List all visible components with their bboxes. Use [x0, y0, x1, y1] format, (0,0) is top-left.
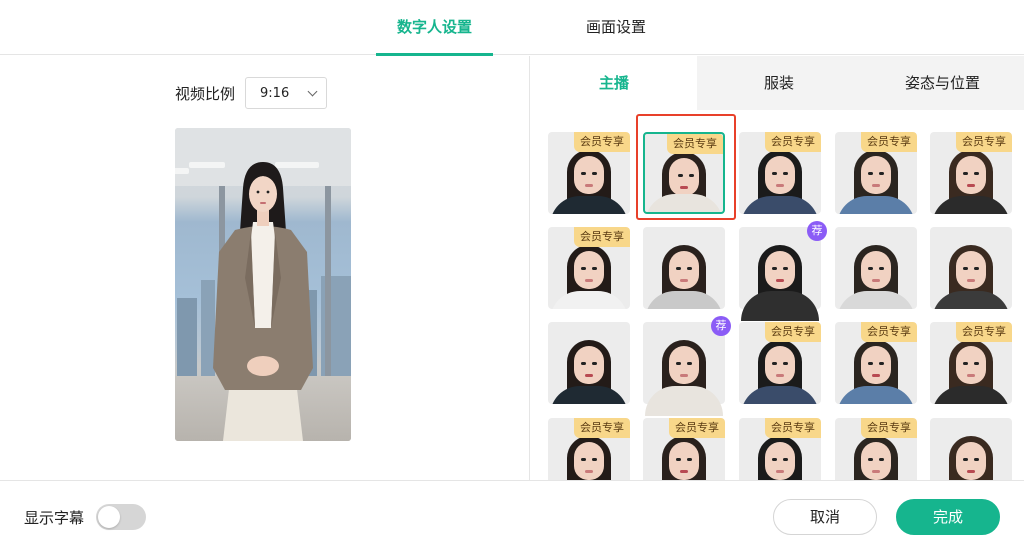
avatar-grid: 会员专享 会员专享 会员专享 会员专享 会员专享 会员专享荐荐会员专享 会员专享 会员专享 会员…: [531, 110, 1024, 480]
avatar-card[interactable]: 会员专享: [739, 322, 821, 404]
avatar-card[interactable]: [930, 227, 1012, 309]
vip-badge: 会员专享: [669, 418, 725, 438]
avatar-card[interactable]: 荐: [643, 316, 731, 416]
vip-badge: 会员专享: [956, 132, 1012, 152]
avatar-portrait: [930, 227, 1012, 309]
top-tab-bar: 数字人设置 画面设置: [0, 0, 1024, 56]
avatar-portrait: [835, 227, 917, 309]
presenter-figure-icon: [213, 162, 313, 441]
video-ratio-select[interactable]: 9:16: [245, 77, 328, 109]
vip-badge: 会员专享: [956, 322, 1012, 342]
avatar-card[interactable]: 会员专享: [548, 227, 630, 309]
avatar-sub-tab-bar: 主播 服装 姿态与位置: [531, 56, 1024, 110]
chevron-down-icon: [307, 86, 318, 96]
tab-anchor[interactable]: 主播: [531, 56, 697, 110]
avatar-card[interactable]: [930, 418, 1012, 480]
vip-badge: 会员专享: [861, 322, 917, 342]
video-ratio-label: 视频比例: [175, 84, 236, 103]
avatar-portrait: [739, 227, 821, 321]
vip-badge: 会员专享: [861, 132, 917, 152]
video-ratio-row: 视频比例 9:16: [175, 77, 328, 109]
avatar-card[interactable]: [835, 227, 917, 309]
tab-digital-human-settings[interactable]: 数字人设置: [376, 0, 493, 56]
avatar-portrait: [643, 227, 725, 309]
preview-panel: 视频比例 9:16: [0, 56, 530, 480]
avatar-card[interactable]: 会员专享: [643, 418, 725, 480]
vip-badge: 会员专享: [574, 227, 630, 247]
recommend-badge: 荐: [807, 221, 827, 241]
avatar-card[interactable]: 会员专享: [835, 132, 917, 214]
tab-pose-position[interactable]: 姿态与位置: [861, 56, 1024, 110]
avatar-card[interactable]: 会员专享: [835, 418, 917, 480]
tab-scene-settings[interactable]: 画面设置: [566, 0, 666, 55]
avatar-portrait: [548, 322, 630, 404]
avatar-card[interactable]: 会员专享: [548, 132, 630, 214]
vip-badge: 会员专享: [574, 418, 630, 438]
avatar-portrait: [930, 418, 1012, 480]
vip-badge: 会员专享: [667, 134, 723, 154]
vip-badge: 会员专享: [574, 132, 630, 152]
show-subtitle-label: 显示字幕: [24, 509, 85, 527]
vip-badge: 会员专享: [765, 418, 821, 438]
avatar-card[interactable]: 会员专享: [739, 418, 821, 480]
avatar-card[interactable]: 会员专享: [930, 322, 1012, 404]
avatar-card[interactable]: 会员专享: [835, 322, 917, 404]
vip-badge: 会员专享: [861, 418, 917, 438]
show-subtitle-toggle[interactable]: [96, 504, 146, 530]
video-ratio-value: 9:16: [260, 85, 290, 101]
avatar-card[interactable]: 荐: [739, 221, 827, 321]
avatar-card[interactable]: [548, 322, 630, 404]
bottom-bar: 显示字幕 取消 完成: [0, 480, 1024, 550]
vip-badge: 会员专享: [765, 322, 821, 342]
recommend-badge: 荐: [711, 316, 731, 336]
cancel-button[interactable]: 取消: [773, 499, 877, 535]
avatar-card[interactable]: 会员专享: [643, 132, 725, 214]
avatar-card[interactable]: 会员专享: [548, 418, 630, 480]
avatar-card[interactable]: 会员专享: [930, 132, 1012, 214]
vip-badge: 会员专享: [765, 132, 821, 152]
avatar-card[interactable]: [643, 227, 725, 309]
tab-outfit[interactable]: 服装: [697, 56, 861, 110]
toggle-knob: [98, 506, 120, 528]
confirm-button[interactable]: 完成: [896, 499, 1000, 535]
avatar-portrait: [643, 322, 725, 416]
avatar-card[interactable]: 会员专享: [739, 132, 821, 214]
digital-human-preview: [175, 128, 351, 441]
